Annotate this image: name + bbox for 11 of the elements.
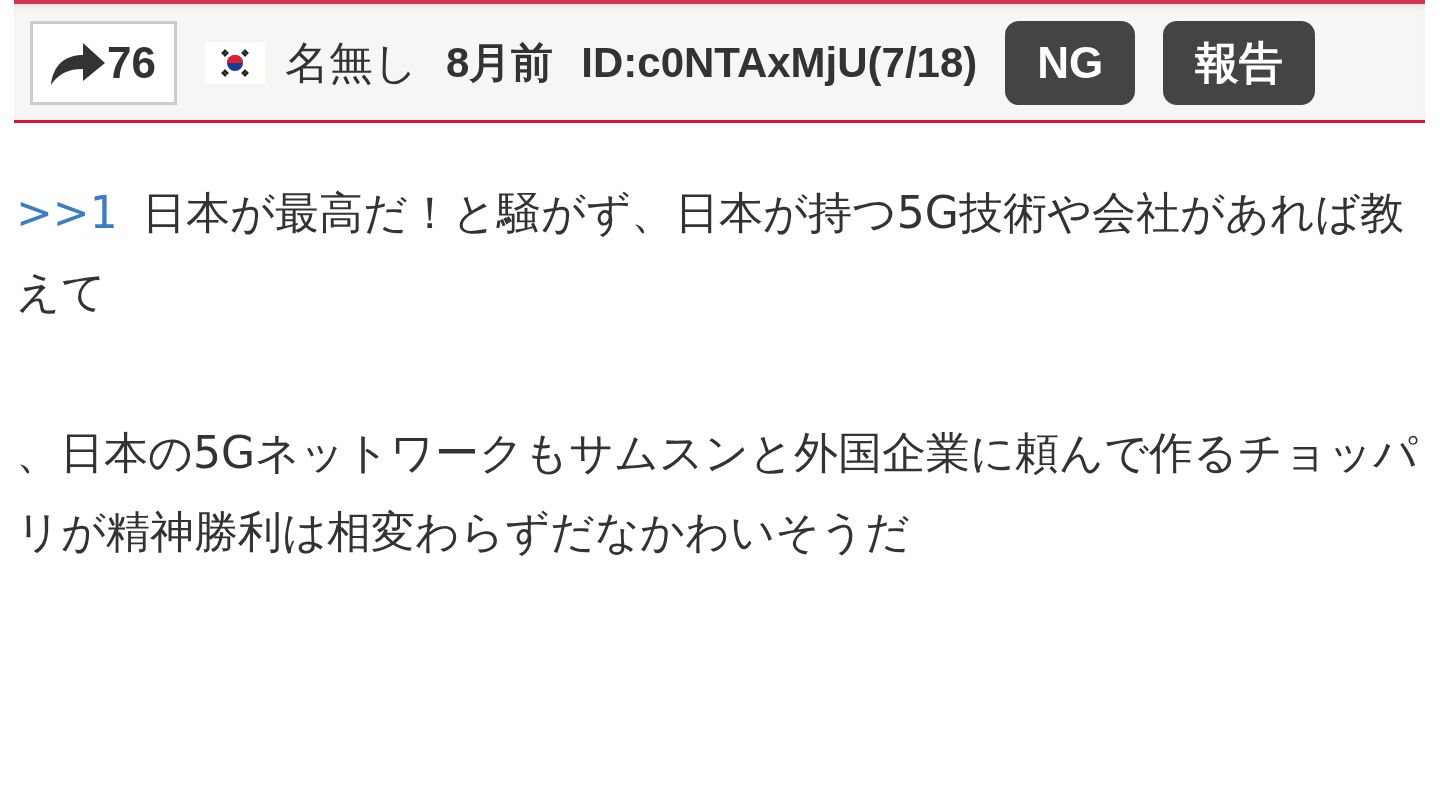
post-age: 8月前 xyxy=(445,38,554,88)
post-paragraph: >>1 日本が最高だ！と騒がず、日本が持つ5G技術や会社があれば教えて xyxy=(16,186,1405,319)
poster-id: ID:c0NTAxMjU(7/18) xyxy=(581,39,978,87)
share-button[interactable]: 76 xyxy=(30,21,177,105)
reply-link[interactable]: >>1 xyxy=(16,187,118,238)
flag-icon xyxy=(204,42,265,84)
post-paragraph: 、日本の5Gネットワークもサムスンと外国企業に頼んで作るチョッパリが精神勝利は相変わらずだなかわいそうだ xyxy=(16,426,1420,559)
share-arrow-icon xyxy=(49,41,107,85)
report-button[interactable]: 報告 xyxy=(1163,21,1316,105)
ng-button[interactable]: NG xyxy=(1005,21,1136,105)
poster-name: 名無し xyxy=(284,35,418,90)
